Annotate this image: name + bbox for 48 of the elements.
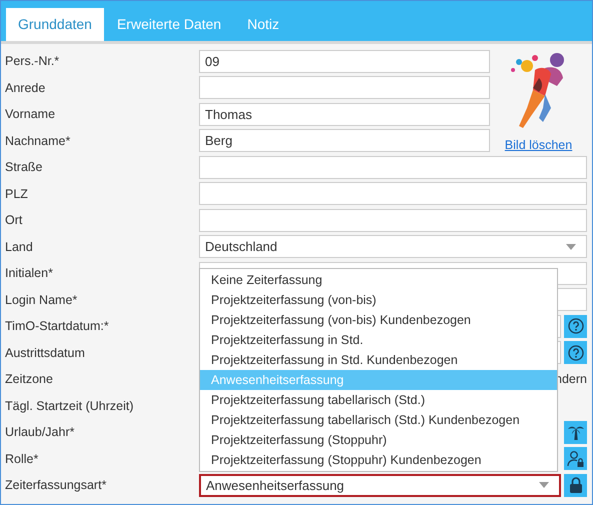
field-label: Zeitzone xyxy=(5,372,54,386)
field-label: Straße xyxy=(5,160,44,174)
icon-button[interactable] xyxy=(564,447,587,470)
caret-icon xyxy=(566,244,576,250)
dropdown-option[interactable]: Projektzeiterfassung in Std. Kundenbezogen xyxy=(200,350,557,370)
icon-button[interactable] xyxy=(564,341,587,364)
text-field[interactable]: 09 xyxy=(199,50,490,73)
field-label: Initialen* xyxy=(5,266,54,280)
field-label: Zeiterfassungsart* xyxy=(5,478,108,492)
dropdown-option[interactable]: Projektzeiterfassung in Std. xyxy=(200,330,557,350)
text-field[interactable]: Berg xyxy=(199,129,490,152)
dropdown-option[interactable]: Projektzeiterfassung (Stoppuhr) xyxy=(200,430,557,450)
delete-image-link[interactable]: Bild löschen xyxy=(504,138,572,152)
text-field[interactable] xyxy=(199,182,587,206)
field-label: Anrede xyxy=(5,80,46,95)
field-label: Land xyxy=(5,240,34,254)
field-label: Urlaub/Jahr* xyxy=(5,425,76,440)
text-field[interactable] xyxy=(199,76,490,100)
field-label: Austrittsdatum xyxy=(5,346,86,360)
dropdown-option[interactable]: Projektzeiterfassung (Stoppuhr) Kundenbezogen xyxy=(200,450,557,470)
field-label: Pers.-Nr.* xyxy=(5,54,60,68)
field-label: PLZ xyxy=(5,186,29,201)
icon-button[interactable] xyxy=(564,314,587,338)
icon-button[interactable] xyxy=(564,420,587,444)
field-label: Rolle* xyxy=(5,452,40,466)
text-field[interactable] xyxy=(199,208,587,232)
field-label: Vorname xyxy=(5,107,56,122)
text-field[interactable]: Thomas xyxy=(199,102,490,126)
caret-icon xyxy=(539,482,549,488)
field-label: Nachname* xyxy=(5,134,72,148)
dropdown-option[interactable]: Keine Zeiterfassung xyxy=(200,270,557,290)
user-lock-icon xyxy=(566,450,584,468)
field-label: Ort xyxy=(5,213,24,228)
help-icon xyxy=(568,318,584,334)
select-field[interactable]: Deutschland xyxy=(199,235,587,258)
dropdown-option[interactable]: Projektzeiterfassung tabellarisch (Std.) xyxy=(200,390,557,410)
icon-button[interactable] xyxy=(564,474,587,497)
dropdown-option[interactable]: Projektzeiterfassung tabellarisch (Std.) Kundenbezogen xyxy=(200,410,557,430)
text-field[interactable] xyxy=(199,156,587,179)
field-label: Tägl. Startzeit (Uhrzeit) xyxy=(5,398,135,413)
help-icon xyxy=(568,344,584,361)
dropdown-option[interactable]: Projektzeiterfassung (von-bis) Kundenbezogen xyxy=(200,310,557,330)
tab[interactable]: Grunddaten xyxy=(6,8,104,41)
field-label: TimO-Startdatum:* xyxy=(5,319,110,334)
select-field[interactable]: Anwesenheitserfassung xyxy=(199,474,561,497)
lock-icon xyxy=(568,476,582,494)
dropdown-option[interactable]: Projektzeiterfassung (von-bis) xyxy=(200,290,557,310)
field-label: Login Name* xyxy=(5,292,78,307)
